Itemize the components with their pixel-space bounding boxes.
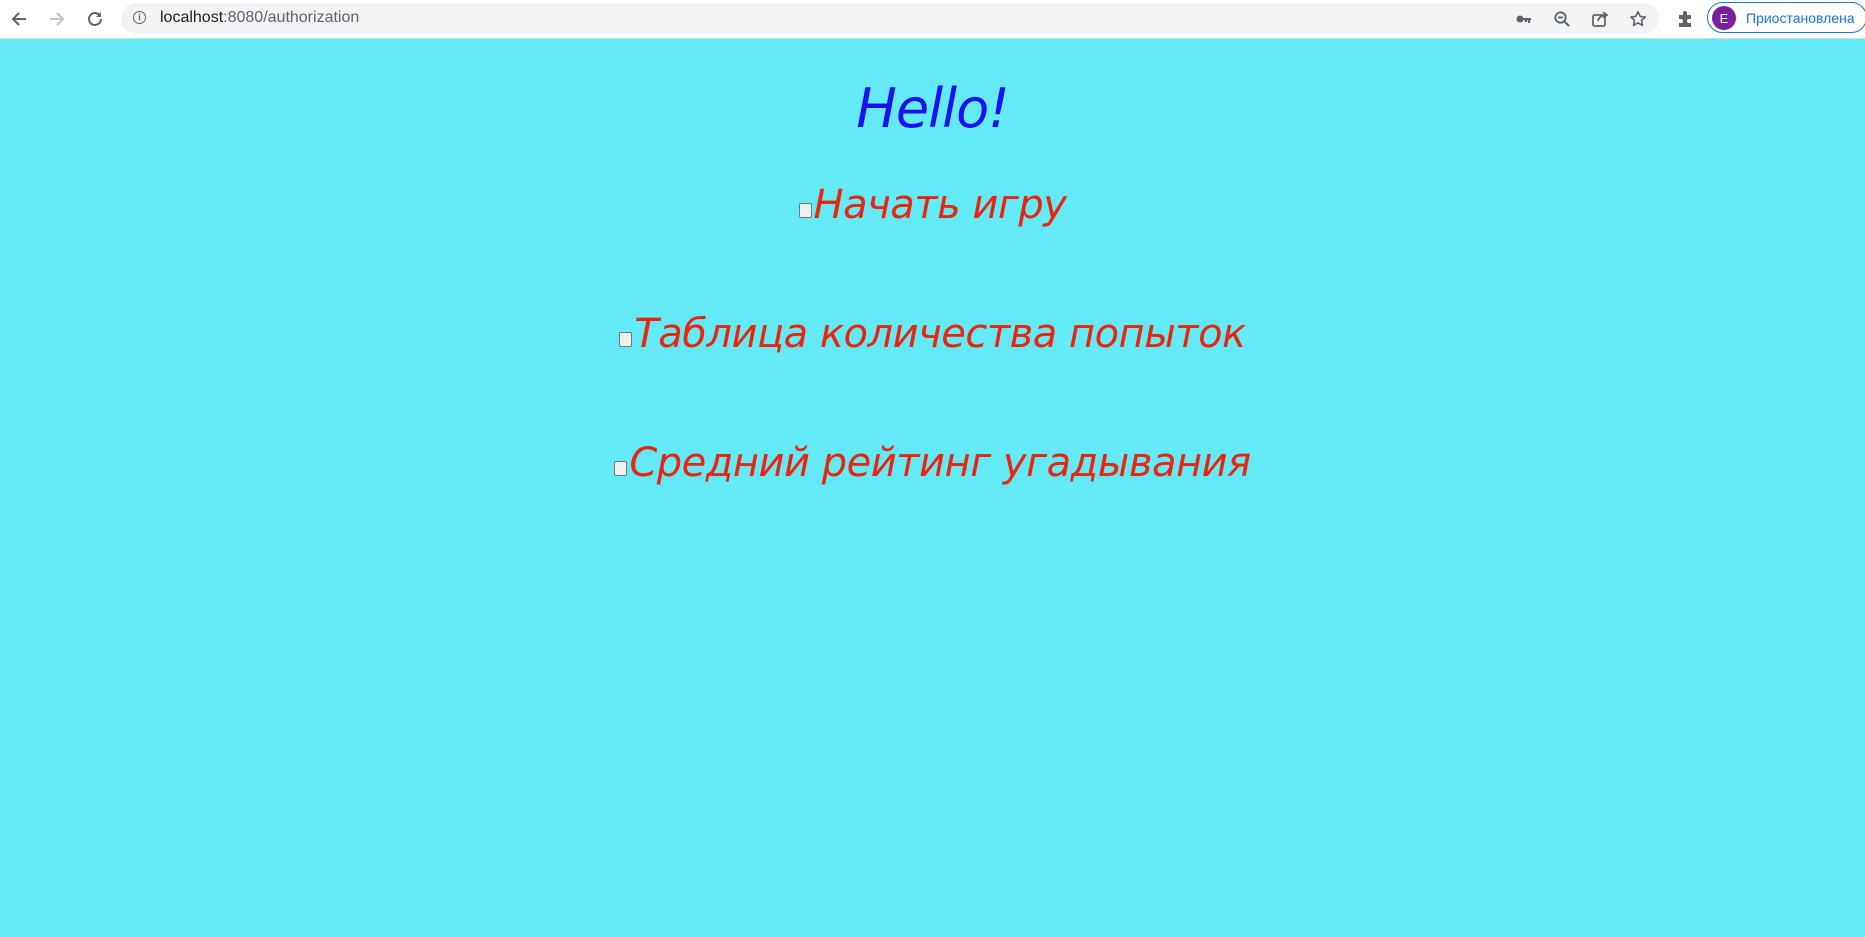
back-arrow-icon[interactable] [6, 6, 32, 32]
address-bar[interactable]: i localhost:8080/authorization [121, 3, 1659, 34]
checkbox[interactable] [798, 202, 812, 218]
star-icon[interactable] [1627, 8, 1649, 30]
profile-status: Приостановлена [1746, 10, 1855, 26]
menu-item-start-game[interactable]: Начать игру [0, 181, 1865, 229]
menu-item-attempts-table[interactable]: Таблица количества попыток [0, 310, 1865, 358]
browser-toolbar: i localhost:8080/authorization E Приоста… [0, 0, 1865, 39]
page-content: Hello! Начать игру Таблица количества по… [0, 39, 1865, 937]
forward-arrow-icon[interactable] [44, 6, 70, 32]
url-host: localhost [160, 9, 224, 26]
share-icon[interactable] [1589, 8, 1611, 30]
checkbox[interactable] [614, 460, 628, 476]
url-text[interactable]: localhost:8080/authorization [160, 9, 359, 27]
avatar: E [1712, 6, 1736, 30]
checkbox[interactable] [619, 331, 633, 347]
menu-item-label[interactable]: Таблица количества попыток [634, 311, 1246, 357]
extensions-icon[interactable] [1674, 8, 1696, 30]
page-title: Hello! [856, 77, 1010, 140]
menu-item-average-rating[interactable]: Средний рейтинг угадывания [0, 439, 1865, 487]
key-icon[interactable] [1513, 8, 1535, 30]
zoom-out-icon[interactable] [1551, 8, 1573, 30]
info-icon[interactable]: i [133, 11, 146, 24]
menu-item-label[interactable]: Начать игру [814, 182, 1067, 228]
url-path: :8080/authorization [223, 9, 360, 26]
profile-button[interactable]: E Приостановлена [1707, 2, 1865, 33]
menu-item-label[interactable]: Средний рейтинг угадывания [629, 440, 1251, 486]
reload-icon[interactable] [82, 6, 108, 32]
